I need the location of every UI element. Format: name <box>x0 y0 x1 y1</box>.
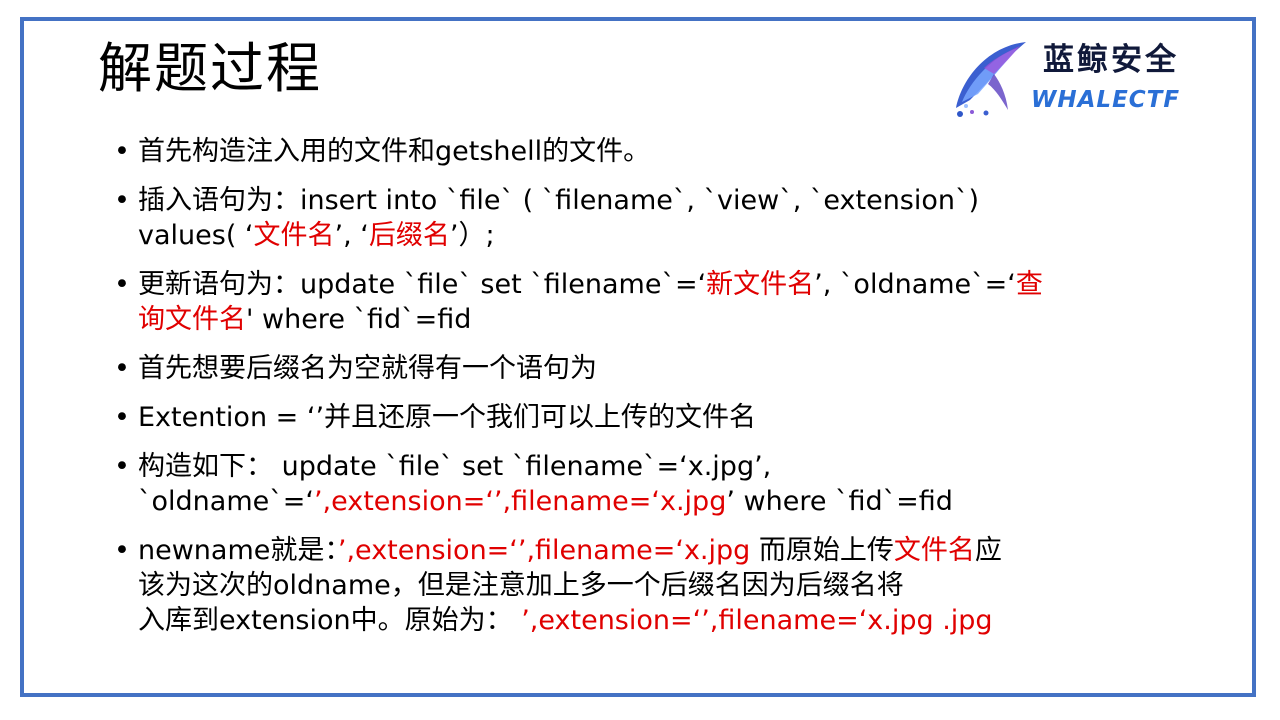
bullet-text: 应 <box>974 535 1002 566</box>
bullet-highlight: 后缀名 <box>368 220 450 251</box>
bullet-dot-icon: • <box>114 353 130 384</box>
bullet-list: • 首先构造注入用的文件和getshell的文件。 • 插入语句为：insert… <box>108 134 1228 652</box>
bullet-text: 插入语句为：insert into `file` ( `filename`, `… <box>138 185 980 216</box>
bullet-line: 该为这次的oldname，但是注意加上多一个后缀名因为后缀名将 <box>138 568 1228 603</box>
bullet-dot-icon: • <box>114 402 130 433</box>
bullet-text: 首先想要后缀名为空就得有一个语句为 <box>138 353 597 384</box>
bullet-text: ’ where `fid`=fid <box>726 486 953 517</box>
bullet-text: 首先构造注入用的文件和getshell的文件。 <box>138 136 651 167</box>
slide-title: 解题过程 <box>98 37 322 100</box>
bullet-item: • 首先想要后缀名为空就得有一个语句为 <box>108 351 1228 386</box>
bullet-line: newname就是：’,extension=‘’,filename=‘x.jpg… <box>138 533 1228 568</box>
bullet-item: • 构造如下： update `file` set `filename`=‘x.… <box>108 449 1228 519</box>
bullet-line: `oldname`=‘’,extension=‘’,filename=‘x.jp… <box>138 484 1228 519</box>
whalectf-logo: 蓝鲸安全 WHALECTF <box>948 38 1238 118</box>
bullet-line: 更新语句为：update `file` set `filename`=‘新文件名… <box>138 267 1228 302</box>
bullet-dot-icon: • <box>114 451 130 482</box>
bullet-highlight: ’,extension=‘’,filename=‘x.jpg .jpg <box>521 605 993 636</box>
bullet-text: ’, ‘ <box>334 220 369 251</box>
bullet-text: 入库到extension中。原始为： <box>138 605 522 636</box>
bullet-text: 该为这次的oldname，但是注意加上多一个后缀名因为后缀名将 <box>138 570 904 601</box>
bullet-dot-icon: • <box>114 535 130 566</box>
bullet-line: 构造如下： update `file` set `filename`=‘x.jp… <box>138 449 1228 484</box>
bullet-text: ' where `fid`=fid <box>246 304 472 335</box>
bullet-highlight: ’,extension=‘’,filename=‘x.jpg <box>337 535 751 566</box>
bullet-dot-icon: • <box>114 136 130 167</box>
bullet-line: values( ‘文件名’, ‘后缀名’）; <box>138 218 1228 253</box>
bullet-highlight: 新文件名 <box>706 269 815 300</box>
bullet-text: ’, `oldname`=‘ <box>814 269 1016 300</box>
bullet-dot-icon: • <box>114 185 130 216</box>
bullet-text: ’）; <box>449 220 495 251</box>
bullet-highlight: 文件名 <box>253 220 335 251</box>
bullet-item: • newname就是：’,extension=‘’,filename=‘x.j… <box>108 533 1228 638</box>
logo-name-en: WHALECTF <box>1031 87 1181 113</box>
bullet-text: 更新语句为：update `file` set `filename`=‘ <box>138 269 707 300</box>
bullet-text: `oldname`=‘ <box>138 486 314 517</box>
bullet-item: • 更新语句为：update `file` set `filename`=‘新文… <box>108 267 1228 337</box>
bullet-item: • 首先构造注入用的文件和getshell的文件。 <box>108 134 1228 169</box>
whale-logo-icon <box>956 42 1026 117</box>
bullet-text: 构造如下： update `file` set `filename`=‘x.jp… <box>138 451 772 482</box>
bullet-item: • 插入语句为：insert into `file` ( `filename`,… <box>108 183 1228 253</box>
bullet-highlight: 询文件名 <box>138 304 246 335</box>
bullet-highlight: 查 <box>1015 269 1043 300</box>
bullet-text: Extention = ‘’并且还原一个我们可以上传的文件名 <box>138 402 757 433</box>
bullet-line: 插入语句为：insert into `file` ( `filename`, `… <box>138 183 1228 218</box>
bullet-highlight: 文件名 <box>893 535 975 566</box>
bullet-line: 入库到extension中。原始为： ’,extension=‘’,filena… <box>138 603 1228 638</box>
bullet-dot-icon: • <box>114 269 130 300</box>
bullet-text: newname就是： <box>138 535 338 566</box>
bullet-text: 而原始上传 <box>750 535 894 566</box>
bullet-line: 询文件名' where `fid`=fid <box>138 302 1228 337</box>
logo-name-cn: 蓝鲸安全 <box>1043 42 1179 78</box>
bullet-highlight: ’,extension=‘’,filename=‘x.jpg <box>313 486 727 517</box>
bullet-text: values( ‘ <box>138 220 254 251</box>
bullet-item: • Extention = ‘’并且还原一个我们可以上传的文件名 <box>108 400 1228 435</box>
